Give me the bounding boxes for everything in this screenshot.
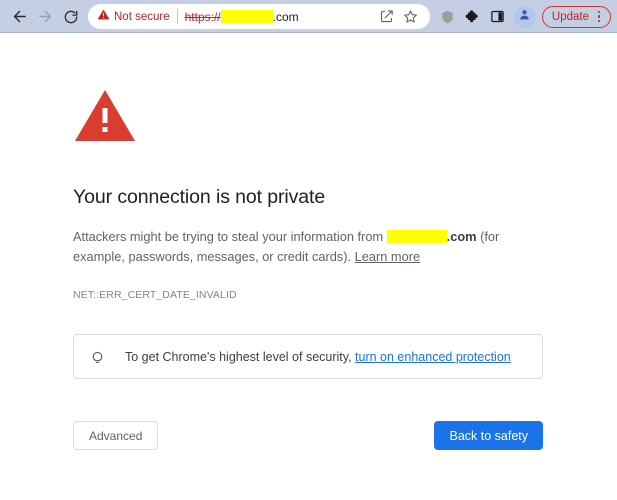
url-redaction-box [220, 10, 273, 23]
back-to-safety-button[interactable]: Back to safety [434, 421, 543, 450]
enhanced-protection-message: To get Chrome's highest level of securit… [125, 349, 356, 364]
update-button[interactable]: Update [541, 5, 611, 28]
host-redaction-box [386, 230, 447, 244]
arrow-left-icon [11, 8, 28, 25]
address-bar[interactable]: Not secure https:// .com [88, 4, 430, 29]
warning-triangle-icon [97, 8, 110, 26]
security-status[interactable]: Not secure [97, 8, 170, 26]
url-text[interactable]: https:// .com [185, 10, 370, 24]
button-row: Advanced Back to safety [73, 421, 543, 450]
profile-avatar-icon [518, 8, 531, 26]
profile-avatar[interactable] [513, 5, 536, 28]
enhanced-protection-text: To get Chrome's highest level of securit… [125, 350, 511, 364]
arrow-right-icon [37, 8, 54, 25]
page-title: Your connection is not private [73, 186, 326, 208]
update-label: Update [551, 10, 589, 23]
lightbulb-icon [89, 347, 106, 366]
back-button[interactable] [6, 4, 32, 30]
url-scheme: https:// [184, 9, 221, 24]
learn-more-link[interactable]: Learn more [355, 249, 420, 264]
reload-icon [63, 9, 79, 25]
side-panel-icon[interactable] [486, 4, 510, 30]
share-icon[interactable] [376, 6, 398, 28]
url-tld: .com [272, 9, 299, 24]
puzzle-piece-icon[interactable] [461, 4, 485, 30]
not-secure-label: Not secure [114, 10, 170, 23]
shield-icon[interactable] [436, 4, 460, 30]
enhanced-protection-link[interactable]: turn on enhanced protection [355, 350, 511, 364]
toolbar-actions: Update [436, 4, 611, 30]
enhanced-protection-panel: To get Chrome's highest level of securit… [73, 334, 543, 379]
reload-button[interactable] [58, 4, 84, 30]
forward-button[interactable] [32, 4, 58, 30]
bookmark-star-icon[interactable] [400, 6, 422, 28]
description-before-host: Attackers might be trying to steal your … [73, 229, 387, 244]
red-warning-triangle-icon [73, 88, 520, 149]
advanced-button[interactable]: Advanced [73, 421, 159, 450]
omnibox-divider [176, 9, 178, 24]
omnibox-actions [370, 6, 422, 28]
warning-description: Attackers might be trying to steal your … [73, 227, 520, 267]
page-content: Your connection is not private Attackers… [0, 33, 617, 500]
error-code: NET::ERR_CERT_DATE_INVALID [73, 289, 237, 301]
ssl-interstitial: Your connection is not private Attackers… [0, 33, 543, 450]
three-dot-menu-icon[interactable] [592, 8, 606, 26]
browser-toolbar: Not secure https:// .com Update [0, 0, 617, 33]
host-tld: .com [446, 229, 477, 244]
